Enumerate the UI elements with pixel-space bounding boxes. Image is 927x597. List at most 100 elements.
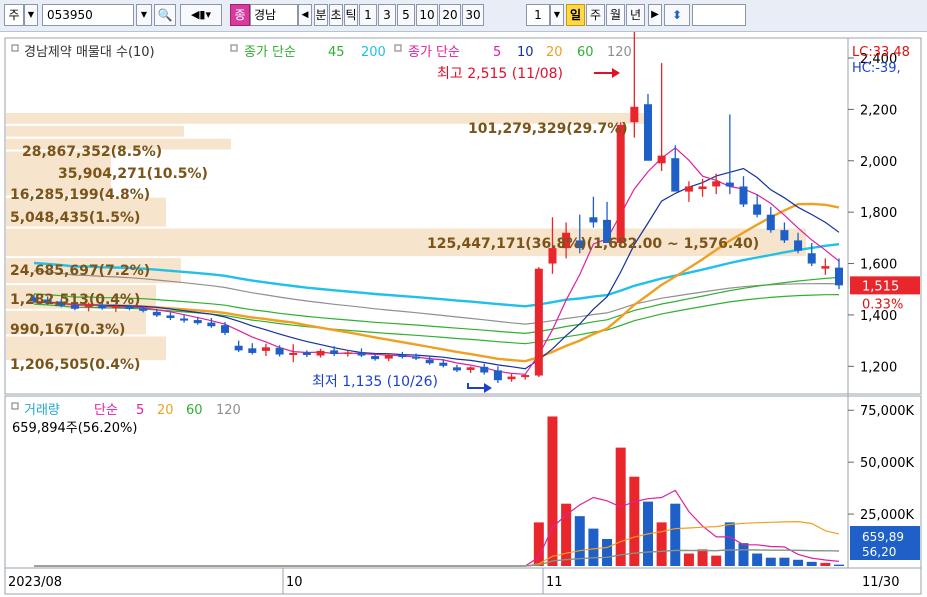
next-icon[interactable]: ▶ — [648, 4, 662, 26]
legend-ma-b-label: 종가 단순 — [408, 45, 460, 60]
name-badge: 종 — [230, 4, 250, 26]
volume-profile-label: 16,285,199(4.8%) — [10, 187, 150, 203]
candle-body — [180, 318, 189, 321]
candle-body — [493, 370, 502, 381]
current-volume-label: 659,89 — [862, 530, 904, 544]
candle-body — [412, 356, 421, 359]
stock-name-field[interactable]: 경남 — [250, 4, 298, 26]
candle-body — [452, 367, 461, 371]
candle-body — [766, 214, 775, 231]
volume-title: 거래량 — [24, 403, 60, 418]
candle-body — [739, 186, 748, 205]
extra-input[interactable] — [692, 4, 746, 26]
low-annotation: 최저 1,135 (10/26) — [312, 374, 438, 390]
candle-body — [466, 367, 475, 370]
date-axis-frame — [4, 567, 922, 595]
current-price-label: 1,515 — [862, 279, 899, 294]
candle-body — [821, 266, 830, 269]
candle-body — [643, 104, 652, 161]
candle-body — [316, 350, 325, 356]
candle-body — [384, 355, 393, 359]
volume-bar — [738, 543, 749, 566]
lc-label: LC:33,48 — [852, 45, 910, 60]
candle-body — [534, 268, 543, 376]
legend-ma-period: 60 — [577, 45, 594, 60]
legend-ma-period: 5 — [493, 45, 501, 60]
volume-profile-label: 35,904,271(10.5%) — [58, 166, 208, 182]
date-label: 2023/08 — [8, 575, 62, 590]
period-tab-2[interactable]: 틱 — [344, 4, 358, 26]
candle-body — [425, 359, 434, 364]
candle-body — [712, 181, 721, 187]
stock-code-input[interactable]: 053950 — [42, 4, 134, 26]
name-badge-label: 종 — [234, 8, 246, 22]
volume-tick-label: 25,000K — [860, 508, 914, 523]
volume-profile-label: 1,206,505(0.4%) — [10, 357, 140, 373]
view-tab-2[interactable]: 월 — [606, 4, 625, 26]
search-icon[interactable]: 🔍 — [154, 4, 176, 26]
candle-body — [343, 352, 352, 354]
view-tab-3[interactable]: 년 — [626, 4, 645, 26]
count-value: 1 — [534, 8, 542, 22]
sort-arrows-icon[interactable]: ⬍ — [664, 4, 690, 26]
speaker-icon[interactable]: ◀▮▾ — [180, 4, 222, 26]
volume-bar — [588, 528, 599, 566]
candle-body — [439, 362, 448, 366]
period-tab-8[interactable]: 30 — [462, 4, 484, 26]
volume-bar — [547, 416, 558, 566]
period-tab-4[interactable]: 3 — [378, 4, 396, 26]
candle-body — [248, 348, 257, 353]
volume-info: 659,894주(56.20%) — [12, 421, 137, 436]
volume-bar — [670, 503, 681, 566]
volume-bar — [779, 557, 790, 566]
legend-title: 경남제약 매물대 수(10) — [24, 45, 155, 60]
volume-bar — [820, 562, 831, 566]
hc-label: HC:-39, — [852, 61, 901, 76]
candle-body — [261, 347, 270, 351]
volume-panel-frame — [4, 395, 922, 569]
volume-bar — [752, 553, 763, 566]
legend-ma-a-label: 종가 단순 — [244, 45, 296, 60]
candle-body — [357, 352, 366, 356]
count-input[interactable]: 1 — [526, 4, 550, 26]
candle-body — [302, 352, 311, 356]
price-tick-label: 2,000 — [860, 155, 897, 170]
candle-body — [330, 350, 339, 354]
view-tab-0[interactable]: 일 — [566, 4, 585, 26]
candle-body — [207, 322, 216, 327]
candle-body — [835, 267, 843, 286]
period-tab-1[interactable]: 초 — [329, 4, 343, 26]
prev-icon[interactable]: ◀ — [298, 4, 312, 26]
candle-body — [507, 376, 516, 380]
stock-name-value: 경남 — [254, 8, 277, 22]
legend-ma-period: 20 — [546, 45, 563, 60]
volume-profile-label: 125,447,171(36.8%)(1,682.00 ~ 1,576.40) — [427, 236, 759, 252]
candle-body — [166, 315, 175, 319]
period-tab-5[interactable]: 5 — [397, 4, 415, 26]
market-select[interactable]: 주 — [4, 4, 24, 26]
legend-ma-period: 10 — [517, 45, 534, 60]
volume-profile-label: 990,167(0.3%) — [10, 322, 125, 338]
candle-body — [152, 311, 161, 316]
market-dropdown-icon[interactable]: ▼ — [24, 4, 38, 26]
period-tab-6[interactable]: 10 — [416, 4, 438, 26]
price-tick-label: 2,200 — [860, 103, 897, 118]
price-tick-label: 1,600 — [860, 258, 897, 273]
legend-ma-200: 200 — [361, 45, 386, 60]
candle-body — [780, 230, 789, 241]
high-annotation: 최고 2,515 (11/08) — [437, 66, 563, 82]
code-dropdown-icon[interactable]: ▼ — [136, 4, 152, 26]
volume-bar — [602, 539, 613, 566]
view-tab-1[interactable]: 주 — [586, 4, 605, 26]
period-tab-0[interactable]: 분 — [314, 4, 328, 26]
volume-bar — [724, 522, 735, 566]
count-dropdown-icon[interactable]: ▼ — [550, 4, 564, 26]
volume-ma-period: 60 — [186, 403, 203, 418]
candle-body — [234, 345, 243, 351]
period-tab-7[interactable]: 20 — [439, 4, 461, 26]
legend-ma-45: 45 — [328, 45, 345, 60]
volume-profile-label: 1,282,513(0.4%) — [10, 292, 140, 308]
period-tab-3[interactable]: 1 — [359, 4, 377, 26]
volume-ma-period: 5 — [136, 403, 144, 418]
candle-body — [725, 182, 734, 187]
